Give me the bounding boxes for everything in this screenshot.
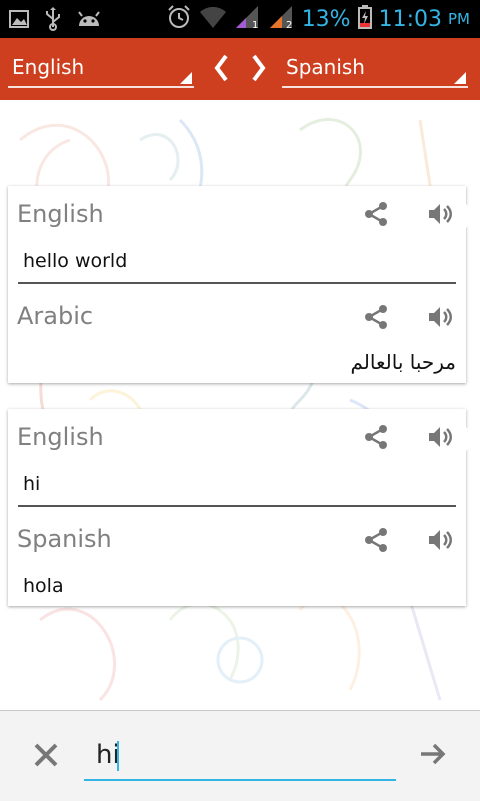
clock-time: 11:03: [378, 6, 442, 32]
clock-ampm: PM: [448, 10, 470, 28]
clear-button[interactable]: [30, 739, 62, 771]
android-icon: [76, 8, 102, 34]
chevron-left-icon: [214, 54, 228, 82]
speaker-icon[interactable]: [426, 200, 454, 228]
share-icon[interactable]: [362, 526, 390, 554]
notification-icons: [8, 7, 102, 35]
translate-button[interactable]: [418, 739, 448, 769]
translation-card: English hello world Arabic مرحبا بالعالم: [8, 186, 478, 383]
signal-1-icon: 1: [234, 4, 262, 34]
usb-icon: [42, 7, 64, 35]
target-language-select[interactable]: Spanish: [282, 50, 468, 88]
divider: [18, 505, 456, 507]
source-text: hi: [23, 473, 41, 495]
chevron-right-icon: [252, 54, 266, 82]
share-icon[interactable]: [362, 303, 390, 331]
translated-text: hola: [23, 575, 64, 597]
text-input-container: [84, 733, 396, 781]
battery-percent: 13%: [301, 6, 351, 32]
translate-input[interactable]: [84, 733, 384, 777]
close-icon: [34, 743, 58, 767]
speaker-icon[interactable]: [426, 303, 454, 331]
card-notch: [466, 204, 478, 228]
target-language-label: Spanish: [286, 55, 365, 79]
system-icons: 1 2 13% 11:03 PM: [166, 0, 470, 38]
source-language-label: English: [12, 55, 85, 79]
arrow-right-icon: [421, 743, 446, 765]
image-icon: [8, 8, 30, 34]
card-notch: [466, 427, 478, 451]
toolbar: English Spanish: [0, 38, 480, 100]
target-language-label: Arabic: [17, 302, 94, 330]
share-icon[interactable]: [362, 200, 390, 228]
status-bar: 1 2 13% 11:03 PM: [0, 0, 480, 38]
target-language-label: Spanish: [17, 525, 112, 553]
svg-text:2: 2: [286, 20, 292, 30]
speaker-icon[interactable]: [426, 526, 454, 554]
source-language-select[interactable]: English: [8, 50, 194, 88]
dropdown-triangle-icon: [180, 72, 192, 84]
dropdown-triangle-icon: [454, 72, 466, 84]
wifi-icon: [198, 4, 228, 34]
share-icon[interactable]: [362, 423, 390, 451]
divider: [18, 282, 456, 284]
alarm-icon: [166, 4, 192, 34]
input-bar: [0, 710, 480, 801]
translation-card: English hi Spanish hola: [8, 409, 478, 606]
next-arrow-button[interactable]: [246, 52, 270, 84]
source-language-label: English: [17, 200, 104, 228]
text-cursor: [117, 741, 119, 771]
previous-arrow-button[interactable]: [210, 52, 234, 84]
svg-text:1: 1: [252, 20, 258, 30]
speaker-icon[interactable]: [426, 423, 454, 451]
source-language-label: English: [17, 423, 104, 451]
signal-2-icon: 2: [268, 4, 296, 34]
translated-text: مرحبا بالعالم: [350, 350, 457, 374]
source-text: hello world: [23, 250, 128, 272]
battery-charging-icon: [357, 4, 373, 34]
